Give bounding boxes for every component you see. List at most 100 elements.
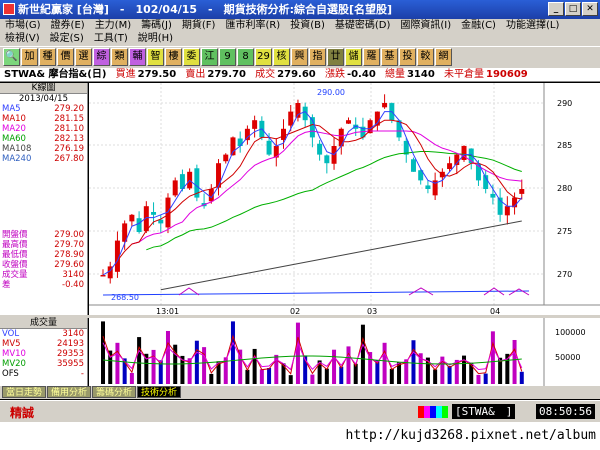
tab-chips[interactable]: 籌碼分析 xyxy=(92,386,137,398)
price-value: 279.60 xyxy=(54,260,84,270)
toolbar-button[interactable]: 委 xyxy=(183,48,200,66)
vol-value: 24193 xyxy=(56,339,84,349)
symbol-name[interactable]: STWA& 摩台指&(日) xyxy=(4,69,106,80)
toolbar-button[interactable]: 9 xyxy=(219,48,236,66)
price-row: 開盤價 279.00 xyxy=(0,230,87,240)
minimize-button[interactable]: _ xyxy=(548,2,564,16)
menu-help[interactable]: 說明(H) xyxy=(133,32,178,46)
menu-main-force[interactable]: 主力(M) xyxy=(90,19,136,33)
analysis-tabs: 當日走勢 備用分析 籌碼分析 技術分析 xyxy=(0,386,600,399)
toolbar-button[interactable]: 儲 xyxy=(345,48,362,66)
menu-international[interactable]: 國際資訊(I) xyxy=(395,19,456,33)
candle-body xyxy=(129,214,135,222)
toolbar-button[interactable]: 核 xyxy=(273,48,290,66)
mv5-line xyxy=(102,334,523,375)
menu-finance[interactable]: 金融(C) xyxy=(456,19,501,33)
toolbar-button[interactable]: 輔 xyxy=(129,48,146,66)
low-marker: 268.50 xyxy=(111,293,139,302)
ma-row: MA60 282.13 xyxy=(0,134,87,144)
volume-bar xyxy=(151,349,156,384)
panel-header[interactable]: K線圖 xyxy=(0,83,87,94)
menu-function[interactable]: 功能選擇(L) xyxy=(501,19,564,33)
symbol-ticker[interactable]: [STWA& ] xyxy=(452,404,516,419)
panel-date: 2013/04/15 xyxy=(19,94,68,104)
menu-securities[interactable]: 證券(E) xyxy=(46,19,90,33)
kline-svg[interactable]: 290.00 268.50 290 285 280 275 270 13:01 … xyxy=(89,83,600,316)
x-tick: 04 xyxy=(490,307,500,315)
tab-intraday[interactable]: 當日走勢 xyxy=(2,386,47,398)
price-row: 最高價 279.70 xyxy=(0,240,87,250)
toolbar-button[interactable]: 類 xyxy=(111,48,128,66)
vol-label: MV20 xyxy=(2,359,26,369)
volume-bar xyxy=(382,342,387,384)
toolbar-button[interactable]: 江 xyxy=(201,48,218,66)
volume-bar xyxy=(469,362,474,384)
toolbar-button[interactable]: 種 xyxy=(39,48,56,66)
volume-bar xyxy=(411,340,416,384)
volume-panel-header[interactable]: 成交量 xyxy=(0,318,87,329)
indicator-peak xyxy=(508,288,530,296)
menu-view[interactable]: 檢視(V) xyxy=(0,32,45,46)
menu-investment[interactable]: 投資(B) xyxy=(285,19,330,33)
vol-value: - xyxy=(80,369,84,379)
menu-market[interactable]: 市場(G) xyxy=(0,19,46,33)
toolbar-button[interactable]: 興 xyxy=(291,48,308,66)
high-marker: 290.00 xyxy=(317,88,345,97)
price-row: 收盤價 279.60 xyxy=(0,260,87,270)
panel-spacer xyxy=(0,164,87,230)
toolbar-button[interactable]: 智 xyxy=(147,48,164,66)
kline-chart[interactable]: 290.00 268.50 290 285 280 275 270 13:01 … xyxy=(89,83,600,316)
toolbar-button[interactable]: 價 xyxy=(57,48,74,66)
toolbar-button[interactable]: 廿 xyxy=(327,48,344,66)
x-tick: 02 xyxy=(290,307,300,315)
watermark-url: http://kujd3268.pixnet.net/album xyxy=(0,422,600,450)
price-value: 279.00 xyxy=(54,230,84,240)
vol-value: 35955 xyxy=(56,359,84,369)
menu-tools[interactable]: 工具(T) xyxy=(89,32,133,46)
tab-backup[interactable]: 備用分析 xyxy=(47,386,92,398)
toolbar-button[interactable]: 8 xyxy=(237,48,254,66)
toolbar-button[interactable]: 綜 xyxy=(93,48,110,66)
tab-technical[interactable]: 技術分析 xyxy=(137,386,182,398)
toolbar-button[interactable]: 加 xyxy=(21,48,38,66)
maximize-button[interactable]: □ xyxy=(565,2,581,16)
vol-row: MV5 24193 xyxy=(0,339,87,349)
mv20-line xyxy=(102,355,522,365)
close-button[interactable]: ✕ xyxy=(582,2,598,16)
toolbar-button[interactable]: 羅 xyxy=(363,48,380,66)
x-tick: 03 xyxy=(367,307,377,315)
ma-value: 281.10 xyxy=(54,124,84,134)
price-label: 開盤價 xyxy=(2,230,28,240)
candle-body xyxy=(216,163,222,188)
title-bar: 新世紀贏家 [台灣] - 102/04/15 - 期貨技術分析:綜合自選股[名望… xyxy=(0,0,600,19)
menu-futures[interactable]: 期貨(F) xyxy=(177,19,221,33)
volume-bar xyxy=(245,369,250,384)
y-tick: 270 xyxy=(557,270,572,279)
volume-chart[interactable]: 100000 50000 xyxy=(89,318,600,386)
volume-svg[interactable]: 100000 50000 xyxy=(89,318,600,386)
toolbar-button[interactable]: 29 xyxy=(255,48,272,66)
price-label: 收盤價 xyxy=(2,260,28,270)
search-icon[interactable]: 🔍 xyxy=(3,48,20,66)
volume-bar xyxy=(324,368,329,384)
toolbar-button[interactable]: 網 xyxy=(435,48,452,66)
menu-settings[interactable]: 設定(S) xyxy=(45,32,89,46)
price-label: 最高價 xyxy=(2,240,28,250)
vol-row: VOL 3140 xyxy=(0,329,87,339)
vol-value: 3140 xyxy=(62,329,84,339)
toolbar-button[interactable]: 指 xyxy=(309,48,326,66)
vol-tick: 50000 xyxy=(555,353,580,362)
volume-bar xyxy=(165,330,170,384)
menu-forex[interactable]: 匯市利率(R) xyxy=(220,19,285,33)
price-row: 最低價 278.90 xyxy=(0,250,87,260)
toolbar-button[interactable]: 樓 xyxy=(165,48,182,66)
toolbar-button[interactable]: 投 xyxy=(399,48,416,66)
volume-bar xyxy=(129,372,134,384)
volume-bar xyxy=(202,347,207,384)
indicator-panel: K線圖 2013/04/15 MA5 279.20 MA10 281.15 MA20… xyxy=(0,83,88,315)
toolbar-button[interactable]: 較 xyxy=(417,48,434,66)
menu-chips[interactable]: 籌碼(J) xyxy=(136,19,177,33)
toolbar-button[interactable]: 基 xyxy=(381,48,398,66)
toolbar-button[interactable]: 選 xyxy=(75,48,92,66)
menu-basic-code[interactable]: 基礎密碼(D) xyxy=(330,19,396,33)
